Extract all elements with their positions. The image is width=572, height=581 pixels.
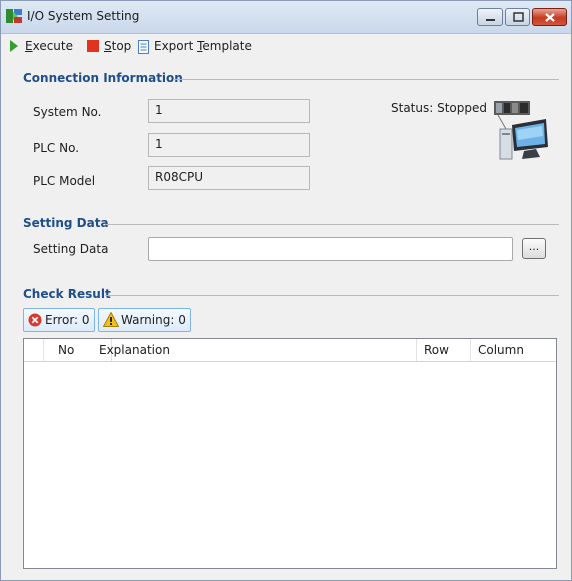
warning-filter-button[interactable]: Warning: 0 <box>98 308 191 332</box>
stop-icon <box>87 40 99 52</box>
column-header-row[interactable]: Row <box>417 339 471 361</box>
document-icon <box>138 40 149 54</box>
play-icon <box>10 40 18 52</box>
column-header-explanation[interactable]: Explanation <box>92 339 417 361</box>
error-icon <box>28 313 42 327</box>
execute-label: Execute <box>25 39 73 53</box>
window-title: I/O System Setting <box>27 9 140 23</box>
table-header: No Explanation Row Column <box>24 339 556 362</box>
minimize-icon <box>486 19 495 21</box>
section-divider <box>105 224 559 225</box>
maximize-icon <box>513 12 524 22</box>
browse-button[interactable]: ... <box>522 238 546 259</box>
connection-information-title: Connection Information <box>23 71 183 85</box>
system-no-label: System No. <box>33 105 102 119</box>
stop-label: Stop <box>104 39 132 53</box>
row-header-corner <box>24 339 44 361</box>
system-no-field: 1 <box>148 99 310 123</box>
check-result-title: Check Result <box>23 287 111 301</box>
export-template-button[interactable]: Export Template <box>138 39 253 55</box>
export-template-label: Export Template <box>154 39 252 53</box>
title-bar: I/O System Setting <box>1 1 571 34</box>
execute-button[interactable]: Execute <box>9 39 79 55</box>
plc-model-field: R08CPU <box>148 166 310 190</box>
check-result-table[interactable]: No Explanation Row Column <box>23 338 557 569</box>
setting-data-label: Setting Data <box>33 242 109 256</box>
plc-model-label: PLC Model <box>33 174 96 188</box>
column-header-column[interactable]: Column <box>471 339 556 361</box>
error-filter-button[interactable]: Error: 0 <box>23 308 95 332</box>
close-icon <box>545 13 555 22</box>
io-setting-app-icon <box>6 9 22 23</box>
minimize-button[interactable] <box>477 8 503 26</box>
setting-data-input[interactable] <box>148 237 513 261</box>
toolbar: Execute Stop Export Template <box>1 34 571 58</box>
status-text: Status: Stopped <box>391 101 487 115</box>
plc-no-field: 1 <box>148 133 310 157</box>
error-count: Error: 0 <box>45 313 90 327</box>
section-divider <box>105 295 559 296</box>
plc-computer-icon <box>490 99 552 168</box>
stop-button[interactable]: Stop <box>87 39 137 55</box>
section-divider <box>173 79 559 80</box>
warning-count: Warning: 0 <box>121 313 186 327</box>
plc-no-label: PLC No. <box>33 141 80 155</box>
close-button[interactable] <box>532 8 567 26</box>
io-system-setting-window: I/O System Setting Execute Stop Export T… <box>0 0 572 581</box>
setting-data-title: Setting Data <box>23 216 109 230</box>
maximize-button[interactable] <box>505 8 530 26</box>
warning-icon <box>103 312 119 327</box>
